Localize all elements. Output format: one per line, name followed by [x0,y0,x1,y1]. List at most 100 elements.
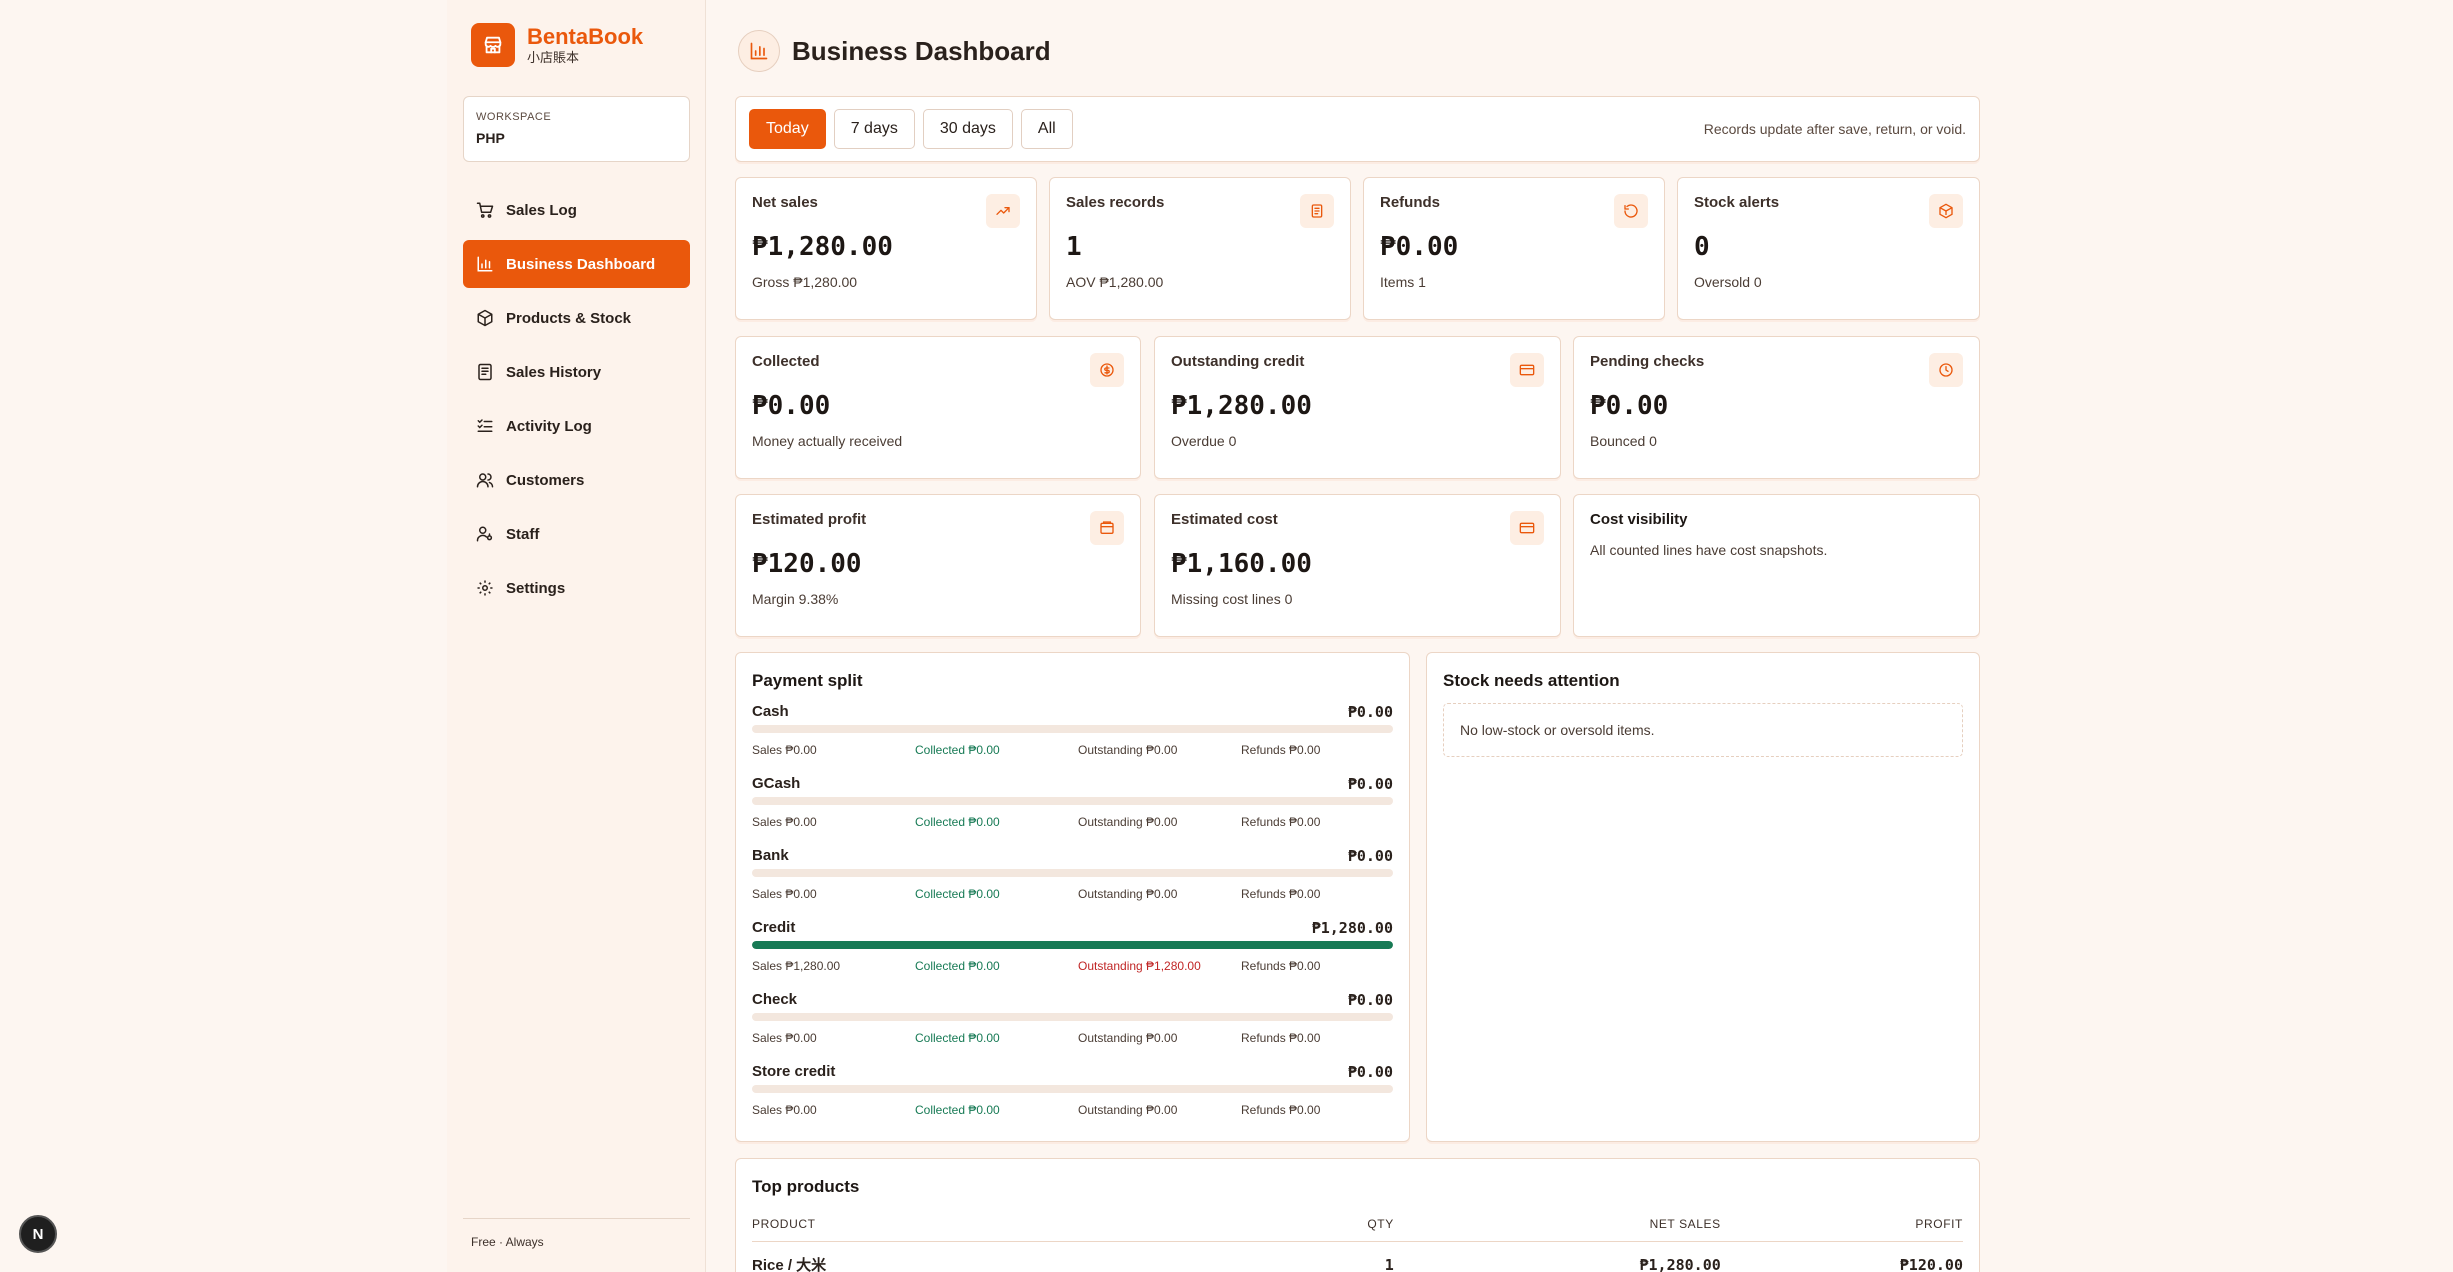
stat-card-net-sales: Net sales ₱1,280.00 Gross ₱1,280.00 [735,177,1037,320]
payment-split-panel: Payment split Cash ₱0.00 Sales ₱0.00 Col… [735,652,1410,1142]
sidebar-item-sales-history[interactable]: Sales History [463,348,690,396]
table-row[interactable]: Rice / 大米 1 ₱1,280.00 ₱120.00 [752,1242,1963,1272]
product-name: Rice / 大米 [752,1257,827,1272]
stat-sub: Margin 9.38% [752,591,839,607]
payment-method-name: Credit [752,919,796,936]
sidebar-item-staff[interactable]: Staff [463,510,690,558]
payment-sales: Sales ₱0.00 [752,1103,817,1117]
payment-outstanding: Outstanding ₱0.00 [1078,1031,1178,1045]
stat-sub: AOV ₱1,280.00 [1066,274,1164,290]
payment-bar [752,869,1393,877]
stat-label: Net sales [752,194,818,211]
sidebar-item-label: Activity Log [506,417,592,435]
payment-row-cash: Cash ₱0.00 Sales ₱0.00 Collected ₱0.00 O… [752,703,1393,775]
stat-sub: Overdue 0 [1171,433,1237,449]
stat-card-outstanding-credit: Outstanding credit ₱1,280.00 Overdue 0 [1154,336,1561,479]
payment-collected: Collected ₱0.00 [915,1031,1000,1045]
wallet-icon [1090,511,1124,545]
store-icon [471,23,515,67]
payment-method-name: Bank [752,847,789,864]
filter-30-days-button[interactable]: 30 days [922,109,1013,149]
payment-amount: ₱0.00 [1347,991,1393,1009]
filter-7-days-button[interactable]: 7 days [833,109,915,149]
stat-value: ₱1,280.00 [752,232,893,262]
stat-card-sales-records: Sales records 1 AOV ₱1,280.00 [1049,177,1351,320]
payment-method-name: Cash [752,703,789,720]
payment-row-check: Check ₱0.00 Sales ₱0.00 Collected ₱0.00 … [752,991,1393,1063]
payment-sales: Sales ₱1,280.00 [752,959,841,973]
stat-sub: Missing cost lines 0 [1171,591,1293,607]
cart-icon [476,201,494,219]
panel-title: Stock needs attention [1443,671,1620,690]
payment-row-bank: Bank ₱0.00 Sales ₱0.00 Collected ₱0.00 O… [752,847,1393,919]
sidebar-item-business-dashboard[interactable]: Business Dashboard [463,240,690,288]
main-nav: Sales Log Business Dashboard Products & … [463,186,690,618]
users-icon [476,471,494,489]
payment-outstanding: Outstanding ₱1,280.00 [1078,959,1201,973]
top-products-panel: Top products PRODUCT QTY NET SALES PROFI… [735,1158,1980,1272]
stat-value: ₱120.00 [752,549,862,579]
stat-label: Estimated profit [752,511,867,528]
payment-row-credit: Credit ₱1,280.00 Sales ₱1,280.00 Collect… [752,919,1393,991]
brand[interactable]: BentaBook 小店賬本 [471,23,643,67]
stat-sub: Bounced 0 [1590,433,1657,449]
payment-bar [752,725,1393,733]
stat-value: ₱0.00 [752,391,831,421]
sidebar-item-customers[interactable]: Customers [463,456,690,504]
column-header-qty: QTY [1236,1207,1394,1242]
sidebar-item-label: Products & Stock [506,309,632,327]
payment-collected: Collected ₱0.00 [915,743,1000,757]
credit-card-icon [1510,511,1544,545]
stock-attention-panel: Stock needs attention No low-stock or ov… [1426,652,1980,1142]
sidebar: BentaBook 小店賬本 WORKSPACE PHP Sales Log B… [447,0,706,1272]
payment-outstanding: Outstanding ₱0.00 [1078,815,1178,829]
credit-card-icon [1510,353,1544,387]
bar-chart-icon [476,255,494,273]
bar-chart-icon [738,30,780,72]
sidebar-item-label: Settings [506,579,566,597]
filter-all-button[interactable]: All [1020,109,1073,149]
stat-card-estimated-cost: Estimated cost ₱1,160.00 Missing cost li… [1154,494,1561,637]
stat-value: ₱1,160.00 [1171,549,1312,579]
cost-visibility-card: Cost visibility All counted lines have c… [1573,494,1980,637]
stat-sub: Oversold 0 [1694,274,1762,290]
sidebar-item-label: Business Dashboard [506,255,656,273]
payment-sales: Sales ₱0.00 [752,1031,817,1045]
package-alert-icon [1929,194,1963,228]
stat-label: Outstanding credit [1171,353,1305,370]
undo-icon [1614,194,1648,228]
workspace-label: WORKSPACE [476,111,552,123]
column-header-product: PRODUCT [752,1207,1237,1242]
sidebar-item-sales-log[interactable]: Sales Log [463,186,690,234]
payment-outstanding: Outstanding ₱0.00 [1078,743,1178,757]
workspace-selector[interactable]: WORKSPACE PHP [463,96,690,162]
clock-icon [1929,353,1963,387]
payment-bar [752,797,1393,805]
product-profit: ₱120.00 [1899,1255,1963,1272]
date-filter-bar: Today 7 days 30 days All Records update … [735,96,1980,162]
panel-title: Top products [752,1177,860,1196]
stat-label: Collected [752,353,820,370]
dev-tools-badge[interactable]: N [19,1215,57,1253]
payment-refunds: Refunds ₱0.00 [1241,1031,1321,1045]
payment-bar [752,1085,1393,1093]
payment-refunds: Refunds ₱0.00 [1241,815,1321,829]
sidebar-item-label: Sales History [506,363,602,381]
stat-card-refunds: Refunds ₱0.00 Items 1 [1363,177,1665,320]
payment-collected: Collected ₱0.00 [915,959,1000,973]
payment-sales: Sales ₱0.00 [752,815,817,829]
filter-today-button[interactable]: Today [749,109,826,149]
payment-refunds: Refunds ₱0.00 [1241,1103,1321,1117]
payment-bar-fill [752,941,1393,949]
payment-row-store-credit: Store credit ₱0.00 Sales ₱0.00 Collected… [752,1063,1393,1135]
sidebar-item-settings[interactable]: Settings [463,564,690,612]
stock-empty-state: No low-stock or oversold items. [1443,703,1963,757]
payment-outstanding: Outstanding ₱0.00 [1078,887,1178,901]
stat-value: ₱0.00 [1590,391,1669,421]
sidebar-item-activity-log[interactable]: Activity Log [463,402,690,450]
workspace-value: PHP [476,130,505,146]
payment-collected: Collected ₱0.00 [915,887,1000,901]
box-icon [476,309,494,327]
sidebar-item-products-stock[interactable]: Products & Stock [463,294,690,342]
stat-label: Stock alerts [1694,194,1780,211]
